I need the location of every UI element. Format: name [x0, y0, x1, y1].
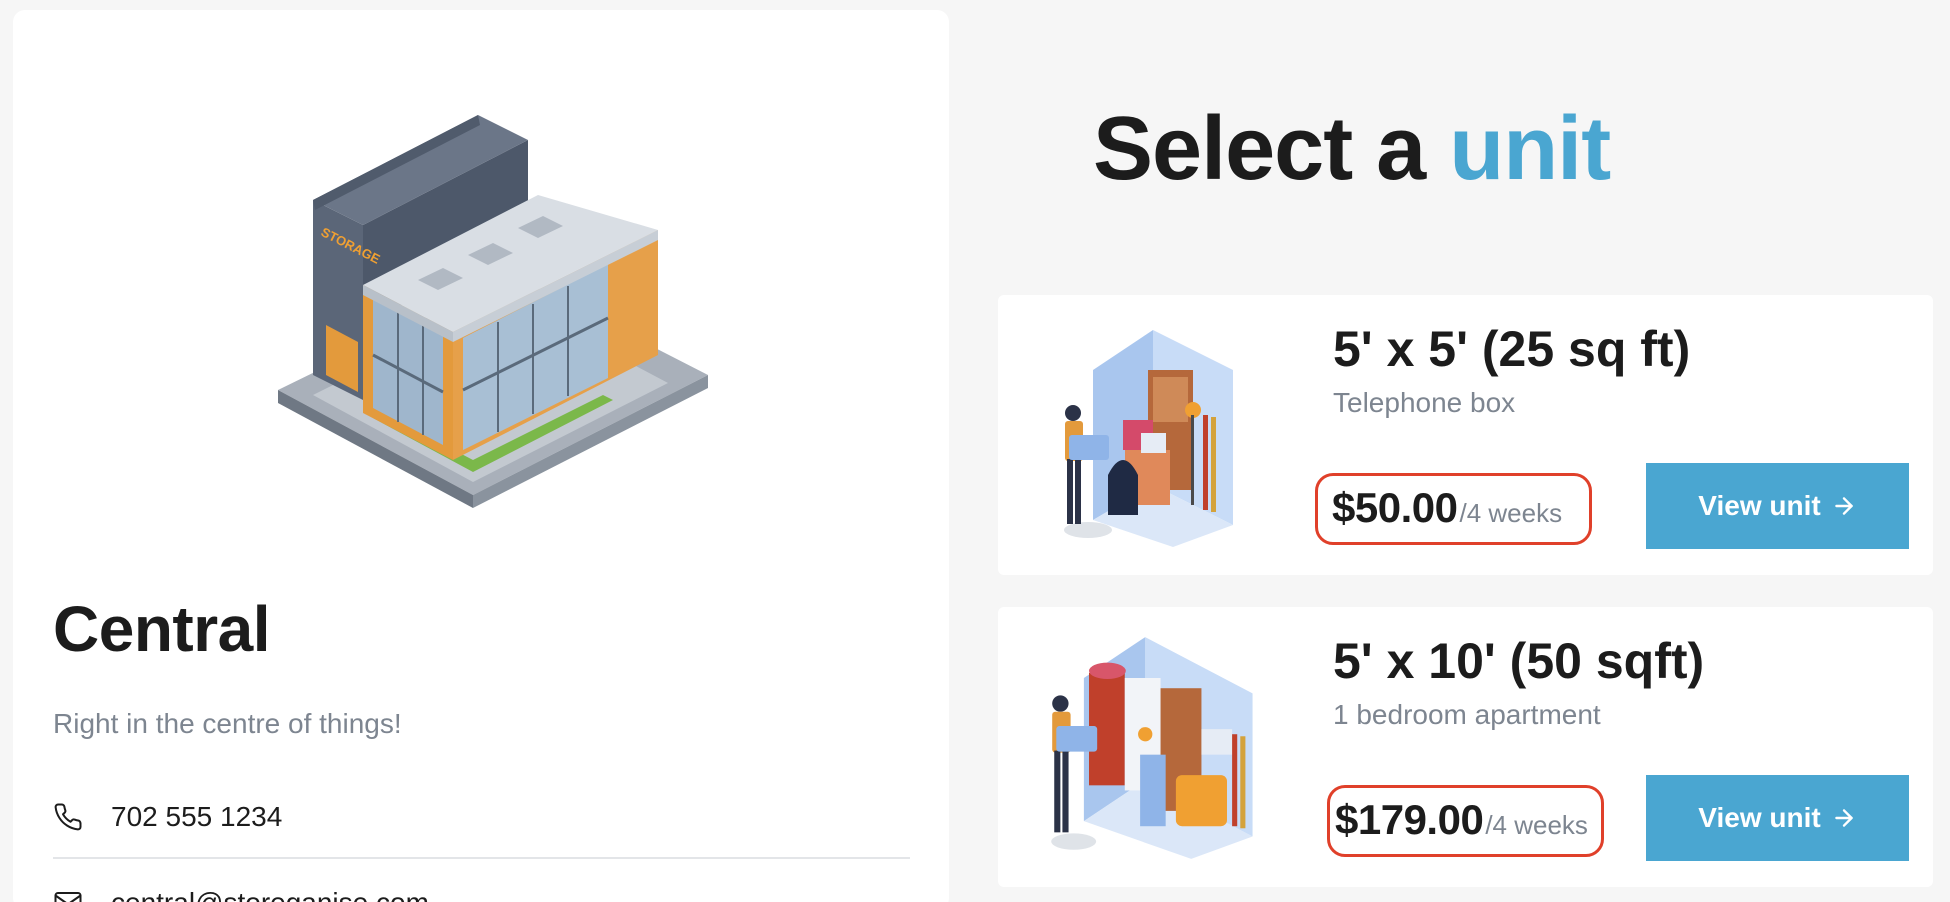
arrow-right-icon — [1831, 493, 1857, 519]
unit-title: 5' x 10' (50 sqft) — [1333, 633, 1705, 689]
view-unit-button[interactable]: View unit — [1646, 463, 1909, 549]
unit-illustration-small — [1064, 330, 1233, 547]
title-accent: unit — [1449, 99, 1611, 199]
site-info-card: STORAGE Central Right in the centre of t… — [13, 10, 949, 902]
price-period: /4 weeks — [1485, 810, 1588, 840]
storage-building-illustration: STORAGE — [278, 115, 708, 508]
unit-price: $50.00 /4 weeks — [1315, 473, 1592, 545]
email-address: central@storeganise.com — [111, 887, 429, 902]
price-amount: $50.00 — [1332, 484, 1458, 531]
site-name: Central — [53, 593, 271, 665]
price-period: /4 weeks — [1459, 498, 1563, 528]
unit-illustration-medium — [1051, 637, 1253, 859]
page-title: Select a unit — [1093, 98, 1611, 201]
phone-contact[interactable]: 702 555 1234 — [53, 797, 282, 837]
email-contact[interactable]: central@storeganise.com — [53, 883, 429, 902]
view-unit-label: View unit — [1698, 802, 1821, 833]
unit-card[interactable]: 5' x 5' (25 sq ft) Telephone box $50.00 … — [998, 295, 1933, 575]
phone-icon — [53, 800, 87, 834]
contact-divider — [53, 857, 910, 859]
unit-title: 5' x 5' (25 sq ft) — [1333, 321, 1691, 377]
unit-description: Telephone box — [1333, 387, 1516, 418]
unit-card[interactable]: 5' x 10' (50 sqft) 1 bedroom apartment $… — [998, 607, 1933, 887]
site-tagline: Right in the centre of things! — [53, 708, 402, 739]
unit-price: $179.00 /4 weeks — [1327, 785, 1604, 857]
title-prefix: Select a — [1093, 99, 1450, 199]
mail-icon — [53, 886, 87, 902]
unit-description: 1 bedroom apartment — [1333, 699, 1601, 730]
arrow-right-icon — [1831, 805, 1857, 831]
price-amount: $179.00 — [1335, 796, 1484, 843]
view-unit-label: View unit — [1698, 490, 1821, 521]
phone-number: 702 555 1234 — [111, 801, 283, 832]
view-unit-button[interactable]: View unit — [1646, 775, 1909, 861]
